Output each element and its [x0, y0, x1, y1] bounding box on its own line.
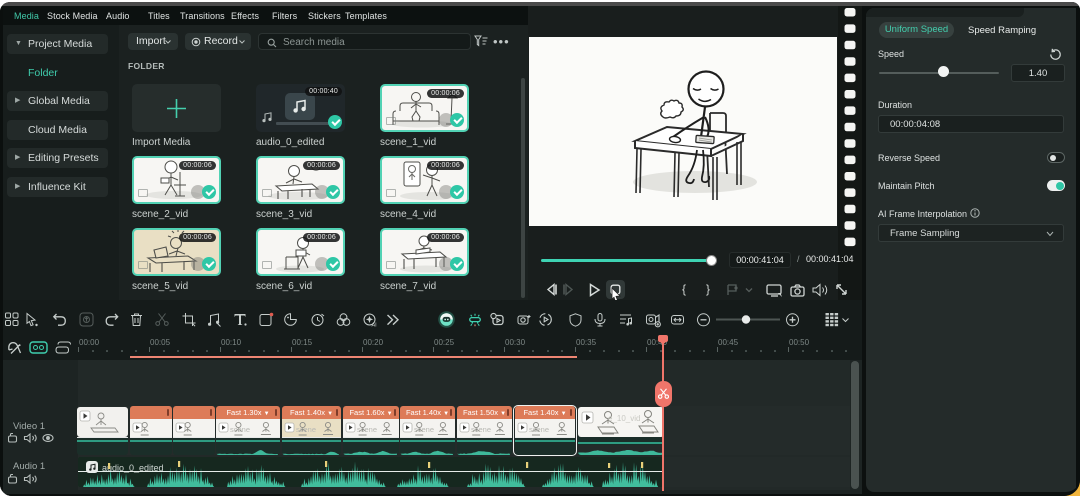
svg-text:scene: scene	[230, 425, 250, 434]
svg-text:e_10_vid: e_10_vid	[608, 414, 640, 423]
svg-text:scene: scene	[357, 425, 377, 434]
svg-text:scene: scene	[471, 425, 491, 434]
svg-text:scene: scene	[414, 425, 434, 434]
svg-text:AI: AI	[372, 323, 378, 329]
svg-text:scene: scene	[296, 425, 316, 434]
